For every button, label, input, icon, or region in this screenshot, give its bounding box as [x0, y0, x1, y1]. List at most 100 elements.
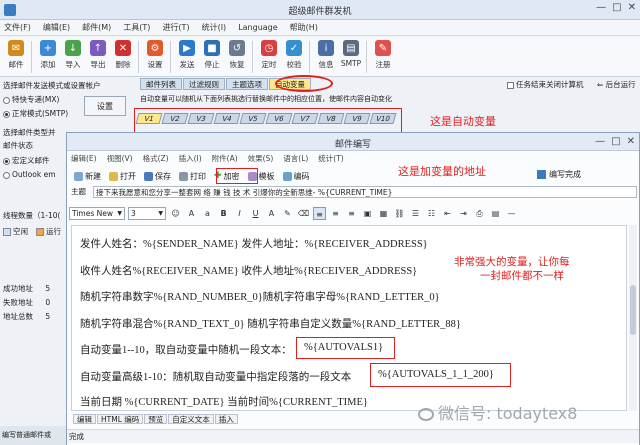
encoding-button[interactable]: 编码: [280, 169, 313, 183]
page-icon[interactable]: ▤: [489, 207, 502, 220]
body-line-date: 当前日期 %{CURRENT_DATE} 当前时间%{CURRENT_TIME}: [80, 397, 368, 408]
table-icon[interactable]: ▦: [377, 207, 390, 220]
font-color-icon[interactable]: A: [265, 207, 278, 220]
tab-insert[interactable]: 插入: [214, 414, 238, 424]
bullet-list-icon[interactable]: ☰: [409, 207, 422, 220]
dmenu-insert[interactable]: 插入(I): [179, 153, 202, 164]
minimize-button[interactable]: —: [596, 2, 606, 13]
schedule-button[interactable]: ◷ 定时: [257, 37, 281, 76]
link-icon[interactable]: ⛓: [393, 207, 406, 220]
font-size-up-icon[interactable]: A: [185, 207, 198, 220]
info-button[interactable]: i 信息: [314, 37, 338, 76]
import-button[interactable]: ↓ 导入: [61, 37, 85, 76]
menu-mail[interactable]: 邮件(M): [82, 22, 111, 33]
image-icon[interactable]: ▣: [361, 207, 374, 220]
subject-input[interactable]: 接下来我愿意和您分享一整套网 络 赚 钱 技 术 引爆你的全新思维- %{CUR…: [93, 185, 637, 198]
mode-mx[interactable]: 特快专递(MX): [3, 94, 59, 105]
dialog-minimize-button[interactable]: —: [595, 136, 605, 147]
toolbar-divider: [309, 41, 310, 73]
numbered-list-icon[interactable]: ☷: [425, 207, 438, 220]
menu-help[interactable]: 帮助(H): [290, 22, 318, 33]
finish-button[interactable]: 编写完成: [537, 169, 581, 180]
menu-tools[interactable]: 工具(T): [123, 22, 150, 33]
settings-dialog-button[interactable]: 设置: [84, 96, 126, 116]
radio-macro[interactable]: [3, 157, 10, 165]
align-left-icon[interactable]: ≡: [313, 206, 326, 220]
mode-macro[interactable]: 宏定义邮件: [3, 155, 50, 166]
italic-icon[interactable]: I: [233, 207, 246, 220]
rule-icon[interactable]: —: [505, 207, 518, 220]
tab-filter-rules[interactable]: 过滤规则: [183, 78, 225, 90]
tab-edit[interactable]: 编辑: [73, 414, 96, 424]
align-center-icon[interactable]: ≡: [329, 207, 342, 220]
radio-smtp[interactable]: [3, 110, 10, 118]
dialog-maximize-button[interactable]: □: [611, 136, 620, 147]
add-button[interactable]: + 添加: [36, 37, 60, 76]
menu-run[interactable]: 进行(T): [162, 22, 189, 33]
radio-outlook[interactable]: [3, 171, 10, 179]
mode-smtp[interactable]: 正常模式(SMTP): [3, 108, 68, 119]
mail-button[interactable]: ✉ 邮件: [4, 37, 28, 76]
tab-subject-options[interactable]: 主题选项: [226, 78, 268, 90]
emoji-icon[interactable]: ☺: [169, 207, 182, 220]
bold-icon[interactable]: B: [217, 207, 230, 220]
tab-preview[interactable]: 预览: [144, 414, 168, 424]
shutdown-checkbox[interactable]: 任务结束关闭计算机: [507, 79, 584, 90]
settings-button[interactable]: ⚙ 设置: [143, 37, 167, 76]
stop-button[interactable]: ■ 停止: [200, 37, 224, 76]
print-button[interactable]: 打印: [176, 169, 209, 183]
scrollbar-thumb[interactable]: [630, 285, 636, 335]
register-button[interactable]: ✎ 注册: [371, 37, 395, 76]
dmenu-view[interactable]: 视图(V): [107, 153, 133, 164]
toolbar-divider: [138, 41, 139, 73]
radio-mx[interactable]: [3, 96, 10, 104]
dmenu-effect[interactable]: 效果(S): [248, 153, 274, 164]
checkbox-box[interactable]: [507, 81, 514, 89]
tab-custom-text[interactable]: 自定义文本: [168, 414, 214, 424]
run-swatch: [36, 228, 44, 236]
align-right-icon[interactable]: ≡: [345, 207, 358, 220]
editor-scrollbar[interactable]: [629, 225, 637, 411]
size-select[interactable]: 3: [128, 206, 166, 220]
eraser-icon[interactable]: ⌫: [297, 207, 310, 220]
tab-mail-list[interactable]: 邮件列表: [140, 78, 182, 90]
font-size-down-icon[interactable]: a: [201, 207, 214, 220]
indent-icon[interactable]: ⇥: [457, 207, 470, 220]
font-select[interactable]: Times New: [69, 206, 125, 220]
export-button[interactable]: ↑ 导出: [86, 37, 110, 76]
open-label: 打开: [120, 171, 136, 181]
smtp-button[interactable]: ▤ SMTP: [339, 37, 363, 76]
menu-stats[interactable]: 统计(I): [202, 22, 227, 33]
save-button[interactable]: 保存: [141, 169, 174, 183]
maximize-button[interactable]: □: [612, 2, 621, 13]
dmenu-language[interactable]: 语言(L): [283, 153, 308, 164]
dialog-close-button[interactable]: ✕: [627, 136, 635, 147]
send-button[interactable]: ▶ 发送: [175, 37, 199, 76]
body-line-sender: 发件人姓名：%{SENDER_NAME} 发件人地址：%{RECEIVER_AD…: [80, 239, 428, 250]
delete-button[interactable]: ✕ 删除: [111, 37, 135, 76]
dmenu-edit[interactable]: 编辑(E): [71, 153, 97, 164]
underline-icon[interactable]: U: [249, 207, 262, 220]
body-line-autovar-advanced: 自动变量高级1-10：随机取自动变量中指定段落的一段文本: [80, 372, 352, 383]
verify-button[interactable]: ✓ 校验: [282, 37, 306, 76]
new-button[interactable]: 新建: [71, 169, 104, 183]
outdent-icon[interactable]: ⇤: [441, 207, 454, 220]
mail-body-editor[interactable]: 发件人姓名：%{SENDER_NAME} 发件人地址：%{RECEIVER_AD…: [71, 225, 627, 411]
open-button[interactable]: 打开: [106, 169, 139, 183]
dmenu-stats[interactable]: 统计(T): [318, 153, 343, 164]
close-button[interactable]: ✕: [628, 2, 636, 13]
print-preview-icon[interactable]: ⎙: [473, 207, 486, 220]
restore-button[interactable]: ↺ 恢复: [225, 37, 249, 76]
menu-file[interactable]: 文件(F): [4, 22, 31, 33]
encoding-icon: [282, 171, 292, 181]
menu-edit[interactable]: 编辑(E): [43, 22, 70, 33]
stat-success-value: 5: [45, 284, 51, 293]
menu-language[interactable]: Language: [238, 23, 277, 32]
highlight-color-icon[interactable]: ✎: [281, 207, 294, 220]
tab-html[interactable]: HTML 编码: [97, 414, 144, 424]
dmenu-format[interactable]: 格式(Z): [143, 153, 169, 164]
print-label: 打印: [190, 171, 206, 181]
background-run-button[interactable]: ⇐ 后台运行: [597, 79, 636, 90]
dmenu-attach[interactable]: 附件(A): [212, 153, 238, 164]
mode-outlook[interactable]: Outlook em: [3, 170, 56, 179]
